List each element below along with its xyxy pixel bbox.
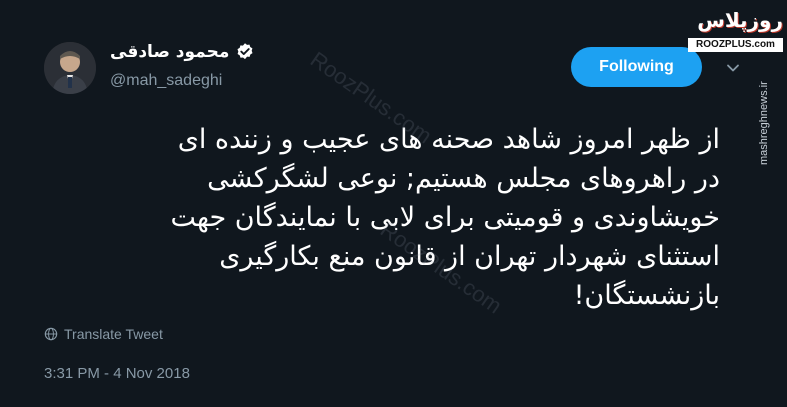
roozplus-logo: روزپلاس ROOZPLUS.com: [688, 8, 783, 52]
avatar[interactable]: [44, 42, 96, 94]
verified-badge-icon: [237, 43, 253, 60]
user-handle[interactable]: @mah_sadeghi: [110, 72, 222, 90]
display-name[interactable]: محمود صادقی: [110, 42, 229, 62]
logo-url: ROOZPLUS.com: [688, 38, 783, 52]
following-button[interactable]: Following: [571, 47, 702, 87]
translate-tweet-label: Translate Tweet: [64, 326, 163, 342]
globe-icon: [44, 327, 58, 341]
logo-text: روزپلاس: [697, 8, 783, 32]
chevron-down-icon[interactable]: [725, 60, 741, 76]
side-watermark: mashreghnews.ir: [758, 81, 770, 165]
tweet-timestamp[interactable]: 3:31 PM - 4 Nov 2018: [44, 365, 190, 382]
tweet-text: از ظهر امروز شاهد صحنه های عجیب و زننده …: [170, 124, 720, 311]
translate-tweet-link[interactable]: Translate Tweet: [44, 326, 163, 342]
avatar-image: [44, 42, 96, 94]
profile-name-row: محمود صادقی: [110, 42, 255, 62]
